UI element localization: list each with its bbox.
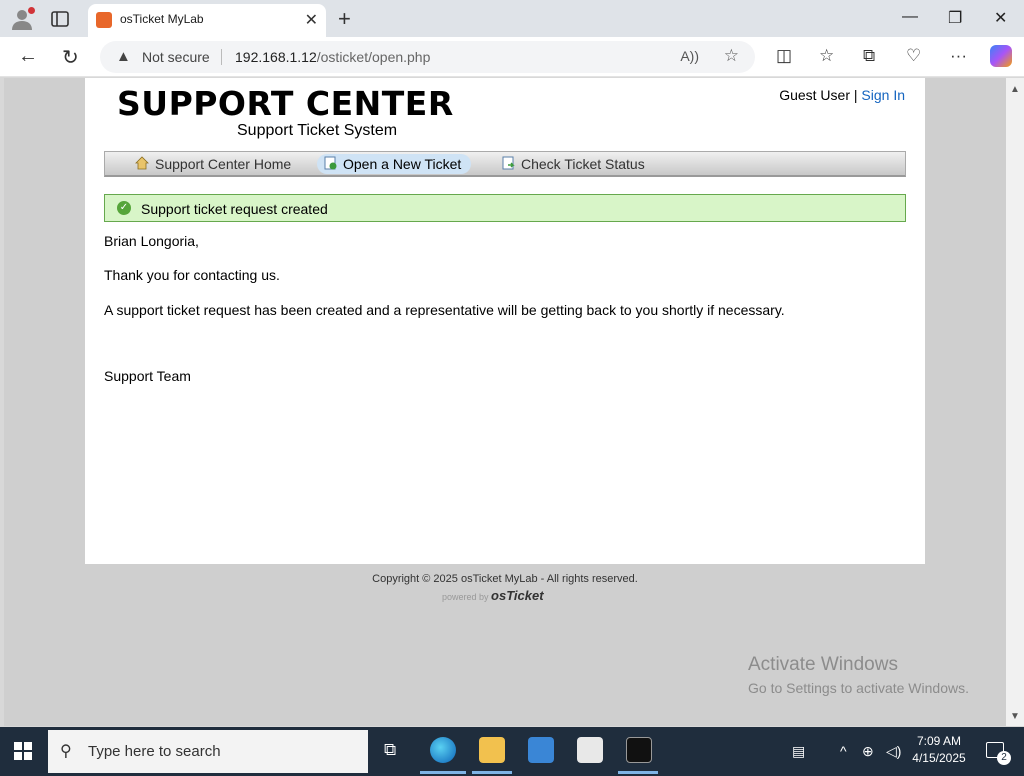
terminal-active-indicator — [618, 771, 658, 774]
new-tab-icon[interactable]: + — [338, 6, 351, 32]
favorite-star-icon[interactable]: ☆ — [724, 46, 739, 66]
close-tab-icon[interactable]: ✕ — [305, 10, 318, 30]
greeting-text: Brian Longoria, — [104, 233, 199, 249]
terminal-icon[interactable] — [626, 737, 652, 763]
windows-taskbar: ⚲ Type here to search ⧉ ▤ ^ ⊕ ◁) 7:09 AM… — [0, 727, 1024, 776]
nav-label: Support Center Home — [155, 156, 292, 172]
file-explorer-icon[interactable] — [479, 737, 505, 763]
read-aloud-icon[interactable]: A)) — [680, 48, 699, 64]
store-icon[interactable] — [528, 737, 554, 763]
page-container: SUPPORT CENTER Support Ticket System Gue… — [85, 78, 925, 564]
close-window-icon[interactable]: ✕ — [994, 8, 1007, 28]
support-center-logo[interactable]: SUPPORT CENTER Support Ticket System — [117, 84, 454, 140]
address-bar[interactable]: ▲ Not secure 192.168.1.12/osticket/open.… — [100, 41, 755, 73]
scroll-up-icon[interactable]: ▲ — [1010, 84, 1020, 95]
show-hidden-icons-icon[interactable]: ^ — [840, 743, 847, 759]
clock-time: 7:09 AM — [916, 734, 962, 748]
copyright-text: Copyright © 2025 osTicket MyLab - All ri… — [372, 573, 638, 585]
osticket-favicon-icon — [96, 12, 112, 28]
split-screen-icon[interactable]: ◫ — [776, 46, 792, 66]
nav-support-center-home[interactable]: Support Center Home — [129, 154, 301, 174]
guest-user-label: Guest User | — [779, 87, 858, 103]
edge-icon[interactable] — [430, 737, 456, 763]
user-info: Guest User | Sign In — [779, 87, 905, 103]
browser-essentials-icon[interactable]: ♡ — [906, 46, 921, 66]
activate-windows-watermark: Activate Windows Go to Settings to activ… — [748, 654, 969, 696]
confirmation-message: A support ticket request has been create… — [104, 302, 785, 318]
explorer-active-indicator — [472, 771, 512, 774]
more-menu-icon[interactable]: ··· — [950, 46, 967, 66]
url-path: /osticket/open.php — [316, 49, 431, 65]
edge-active-indicator — [420, 771, 466, 774]
windows-start-icon[interactable] — [14, 742, 32, 760]
notification-center-icon[interactable]: 2 — [986, 742, 1011, 765]
main-nav: Support Center Home Open a New Ticket Ch… — [104, 151, 906, 177]
favorites-icon[interactable]: ☆ — [819, 46, 834, 66]
osticket-brand: osTicket — [491, 588, 544, 603]
url-host: 192.168.1.12 — [235, 49, 317, 65]
tab-title: osTicket MyLab — [120, 12, 204, 26]
nav-open-new-ticket[interactable]: Open a New Ticket — [317, 154, 472, 174]
browser-viewport: SUPPORT CENTER Support Ticket System Gue… — [4, 78, 1006, 726]
logo-subtitle: Support Ticket System — [237, 122, 398, 139]
profile-icon[interactable] — [10, 7, 35, 31]
browser-tab-bar: osTicket MyLab ✕ + — ❐ ✕ — [0, 0, 1024, 37]
notice-text: Support ticket request created — [141, 201, 328, 217]
security-label[interactable]: Not secure — [142, 49, 210, 65]
clock-date: 4/15/2025 — [912, 751, 966, 765]
volume-icon[interactable]: ◁) — [886, 743, 901, 760]
vertical-scrollbar[interactable]: ▲ ▼ — [1006, 78, 1024, 726]
mail-icon[interactable] — [577, 737, 603, 763]
divider — [221, 49, 222, 65]
taskbar-clock[interactable]: 7:09 AM 4/15/2025 — [908, 733, 970, 767]
nav-label: Open a New Ticket — [343, 156, 462, 172]
search-placeholder: Type here to search — [88, 743, 221, 760]
refresh-icon[interactable]: ↻ — [62, 45, 79, 70]
logo-title: SUPPORT CENTER — [117, 84, 454, 123]
watermark-title: Activate Windows — [748, 654, 898, 675]
warning-icon[interactable]: ▲ — [116, 48, 131, 65]
tab-actions-icon[interactable] — [50, 9, 70, 29]
nav-label: Check Ticket Status — [521, 156, 645, 172]
signature-text: Support Team — [104, 368, 191, 384]
search-icon: ⚲ — [60, 743, 72, 760]
scroll-down-icon[interactable]: ▼ — [1010, 711, 1020, 722]
check-icon: ✓ — [117, 201, 131, 215]
sign-in-link[interactable]: Sign In — [861, 87, 905, 103]
copilot-icon[interactable] — [990, 45, 1012, 67]
success-notice: ✓ Support ticket request created — [104, 194, 906, 222]
ticket-status-icon — [502, 156, 515, 170]
notification-count: 2 — [997, 751, 1011, 765]
network-icon[interactable]: ⊕ — [862, 743, 874, 760]
address-toolbar: ← ↻ ▲ Not secure 192.168.1.12/osticket/o… — [0, 37, 1024, 77]
url-text[interactable]: 192.168.1.12/osticket/open.php — [235, 49, 430, 65]
task-view-icon[interactable]: ⧉ — [384, 740, 396, 760]
back-icon[interactable]: ← — [18, 45, 38, 68]
powered-by-label: powered by — [442, 592, 489, 602]
collections-icon[interactable]: ⧉ — [863, 46, 875, 66]
thanks-text: Thank you for contacting us. — [104, 267, 280, 283]
minimize-icon[interactable]: — — [902, 8, 918, 26]
nav-check-ticket-status[interactable]: Check Ticket Status — [495, 154, 655, 174]
restore-icon[interactable]: ❐ — [948, 8, 962, 28]
new-ticket-icon — [324, 156, 337, 170]
notification-dot — [28, 7, 35, 14]
taskbar-search-box[interactable]: ⚲ Type here to search — [48, 730, 368, 773]
watermark-subtitle: Go to Settings to activate Windows. — [748, 680, 969, 696]
powered-by-osticket[interactable]: powered by osTicket — [442, 588, 544, 603]
news-widget-icon[interactable]: ▤ — [792, 743, 805, 760]
browser-tab[interactable]: osTicket MyLab ✕ — [88, 4, 326, 37]
home-icon — [135, 156, 149, 170]
